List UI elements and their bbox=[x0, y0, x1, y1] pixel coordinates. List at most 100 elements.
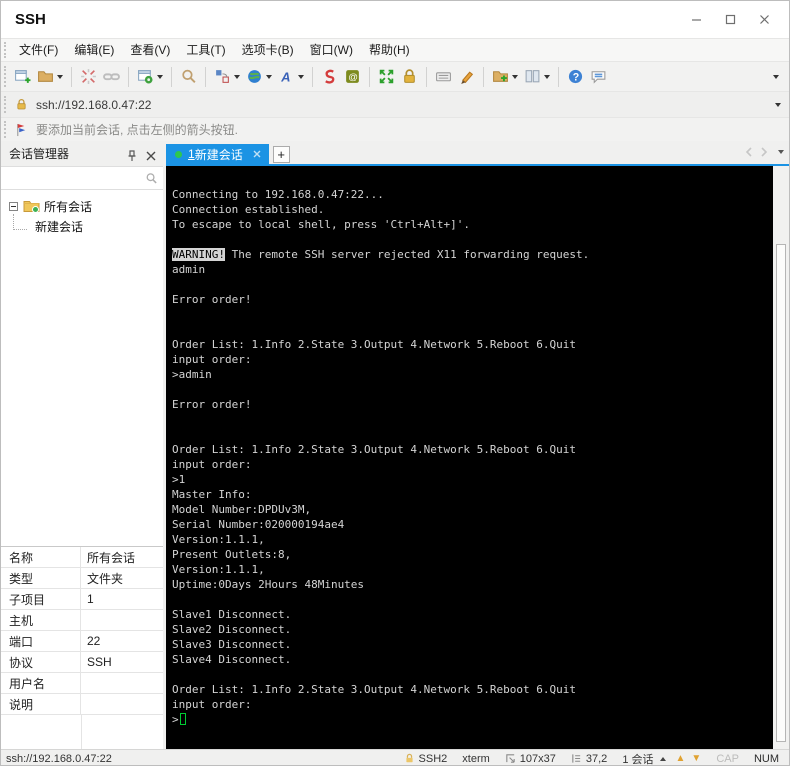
terminal-line: Version:1.1.1, bbox=[172, 533, 265, 546]
find-button[interactable] bbox=[178, 65, 199, 89]
open-folder-button[interactable] bbox=[35, 65, 65, 89]
new-folder-button[interactable] bbox=[490, 65, 520, 89]
menu-item-4[interactable]: 选项卡(B) bbox=[234, 41, 302, 59]
reconnect-button[interactable] bbox=[101, 65, 122, 89]
terminal-line: input order: bbox=[172, 458, 252, 471]
minimize-button[interactable] bbox=[679, 7, 713, 33]
close-button[interactable] bbox=[747, 7, 781, 33]
menu-item-6[interactable]: 帮助(H) bbox=[361, 41, 418, 59]
toolbar-lock-button[interactable] bbox=[399, 65, 420, 89]
status-session-count[interactable]: 1 会话 bbox=[622, 751, 666, 765]
toolbar-separator bbox=[128, 66, 129, 87]
reconnect-icon bbox=[103, 73, 120, 81]
chat-button[interactable] bbox=[588, 65, 609, 89]
tab-close-button[interactable] bbox=[253, 150, 261, 158]
terminal-line: Uptime:0Days 2Hours 48Minutes bbox=[172, 578, 365, 591]
panel-close-icon[interactable] bbox=[145, 150, 157, 162]
find-icon bbox=[182, 69, 196, 84]
scroll-up-icon[interactable]: ▲ bbox=[676, 753, 686, 764]
new-session-button[interactable] bbox=[12, 65, 33, 89]
terminal-line: input order: bbox=[172, 698, 252, 711]
chevron-down-icon bbox=[298, 74, 304, 79]
tile-windows-button[interactable] bbox=[522, 65, 552, 89]
encoding-button[interactable] bbox=[244, 65, 274, 89]
tab-new-session[interactable]: 1 新建会话 bbox=[166, 144, 269, 164]
num-lock-indicator: NUM bbox=[753, 752, 779, 765]
font-button[interactable]: A bbox=[276, 65, 306, 89]
property-row: 用户名 bbox=[1, 673, 163, 694]
tab-list-dropdown-icon[interactable] bbox=[778, 150, 784, 154]
zmodem-button[interactable]: @ bbox=[342, 65, 363, 89]
status-address: ssh://192.168.0.47:22 bbox=[6, 752, 112, 765]
toolbar-separator bbox=[426, 66, 427, 87]
property-value: 22 bbox=[87, 634, 101, 648]
help-button[interactable]: ? bbox=[565, 65, 586, 89]
session-search-box[interactable] bbox=[1, 166, 163, 190]
folder-icon bbox=[23, 201, 40, 213]
close-icon bbox=[759, 15, 769, 24]
address-input[interactable]: ssh://192.168.0.47:22 bbox=[36, 98, 769, 112]
xagent-button[interactable] bbox=[319, 65, 340, 89]
tile-windows-icon bbox=[525, 70, 540, 83]
chevron-down-icon bbox=[234, 74, 240, 79]
keyboard-icon bbox=[436, 72, 451, 82]
session-manager-panel: 会话管理器 所有会话 新建会话 名称所有会话类型文件夹子项目1主机端 bbox=[1, 141, 163, 749]
terminal-screen[interactable]: Connecting to 192.168.0.47:22... Connecti… bbox=[166, 166, 773, 749]
scroll-down-icon[interactable]: ▼ bbox=[691, 753, 701, 764]
notice-text: 要添加当前会话, 点击左侧的箭头按钮. bbox=[36, 123, 239, 137]
zmodem-icon: @ bbox=[346, 70, 359, 83]
toolbar-overflow-button[interactable] bbox=[768, 65, 781, 89]
open-folder-icon bbox=[38, 71, 53, 82]
status-protocol: SSH2 bbox=[404, 753, 447, 765]
title-bar: SSH bbox=[1, 1, 789, 38]
session-manager-header: 会话管理器 bbox=[1, 141, 163, 166]
menu-item-5[interactable]: 窗口(W) bbox=[302, 41, 361, 59]
compose-button[interactable] bbox=[212, 65, 242, 89]
terminal-line: Order List: 1.Info 2.State 3.Output 4.Ne… bbox=[172, 338, 576, 351]
menu-item-1[interactable]: 编辑(E) bbox=[66, 41, 122, 59]
terminal-line: Slave4 Disconnect. bbox=[172, 653, 292, 666]
session-tree: 所有会话 新建会话 bbox=[1, 190, 163, 546]
tree-item-all-sessions[interactable]: 所有会话 bbox=[1, 196, 163, 216]
menu-item-2[interactable]: 查看(V) bbox=[122, 41, 178, 59]
toolbar-separator bbox=[312, 66, 313, 87]
scrollbar-thumb[interactable] bbox=[776, 244, 786, 742]
menu-item-0[interactable]: 文件(F) bbox=[11, 41, 66, 59]
address-bar[interactable]: ssh://192.168.0.47:22 bbox=[1, 91, 789, 117]
property-label: 子项目 bbox=[1, 589, 81, 609]
toolbar-separator bbox=[369, 66, 370, 87]
compose-icon bbox=[216, 70, 229, 83]
tree-item-new-session[interactable]: 新建会话 bbox=[1, 214, 163, 236]
svg-text:?: ? bbox=[573, 72, 579, 84]
terminal-line: admin bbox=[172, 263, 206, 276]
help-icon: ? bbox=[568, 69, 583, 84]
maximize-button[interactable] bbox=[713, 7, 747, 33]
terminal-line: Master Info: bbox=[172, 488, 252, 501]
property-label: 名称 bbox=[1, 547, 81, 567]
terminal-line: Error order! bbox=[172, 398, 252, 411]
tab-scroll-right-icon[interactable] bbox=[760, 147, 768, 157]
tree-expander-icon[interactable] bbox=[9, 201, 18, 211]
menu-bar: 文件(F) 编辑(E) 查看(V) 工具(T) 选项卡(B) 窗口(W) 帮助(H) bbox=[1, 38, 789, 61]
pin-icon[interactable] bbox=[126, 150, 138, 162]
terminal-scrollbar[interactable] bbox=[773, 166, 789, 749]
chevron-down-icon bbox=[157, 74, 163, 79]
terminal-line: Slave3 Disconnect. bbox=[172, 638, 292, 651]
window-title: SSH bbox=[15, 11, 46, 28]
toolbar-gripper bbox=[4, 42, 6, 58]
fullscreen-button[interactable] bbox=[376, 65, 397, 89]
new-tab-button[interactable]: + bbox=[272, 146, 290, 163]
keyboard-button[interactable] bbox=[433, 65, 454, 89]
session-search-input[interactable] bbox=[6, 171, 145, 185]
session-properties-button[interactable] bbox=[135, 65, 165, 89]
highlighter-icon bbox=[461, 71, 474, 84]
tab-scroll-left-icon[interactable] bbox=[745, 147, 753, 157]
properties-filler bbox=[1, 715, 163, 749]
highlighter-button[interactable] bbox=[456, 65, 477, 89]
menu-item-3[interactable]: 工具(T) bbox=[178, 41, 233, 59]
address-dropdown-button[interactable] bbox=[770, 93, 783, 117]
disconnect-button[interactable] bbox=[78, 65, 99, 89]
